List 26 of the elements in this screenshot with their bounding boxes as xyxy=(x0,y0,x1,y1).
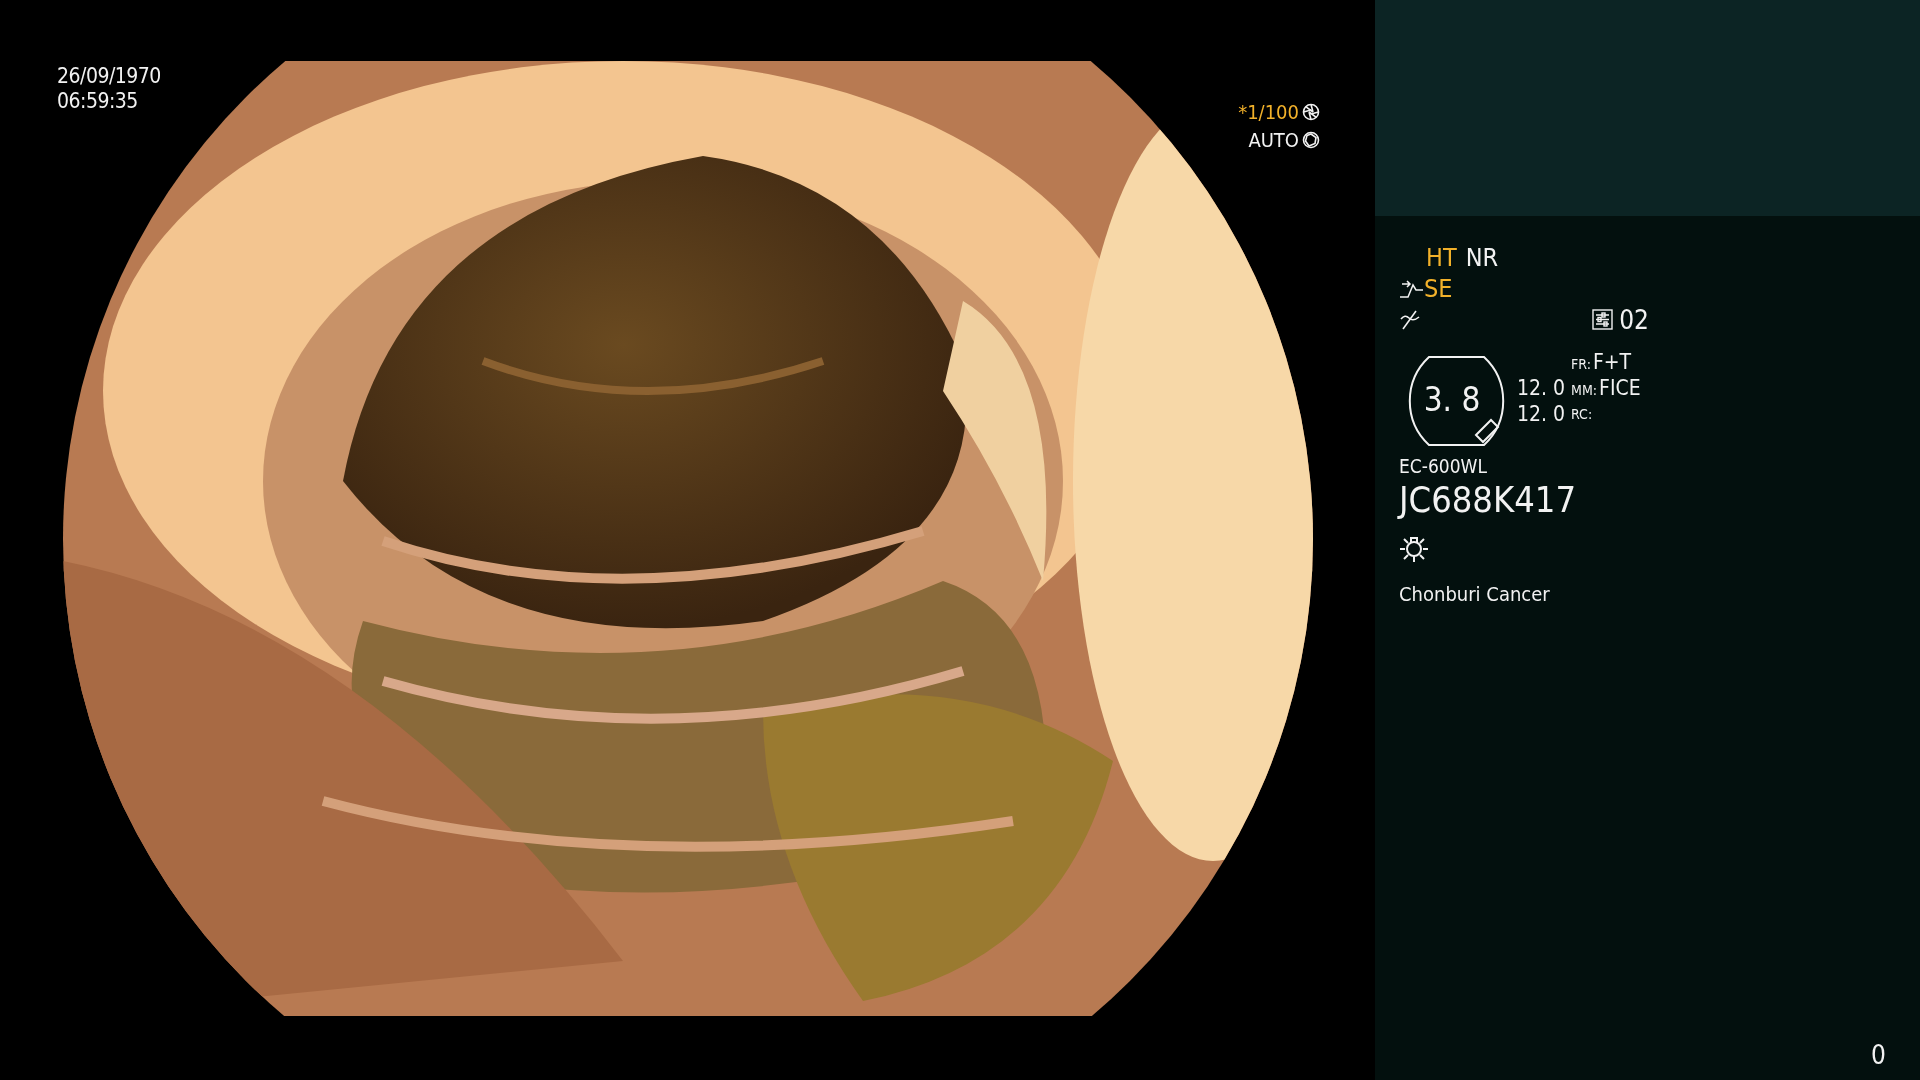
setting-value: F+T xyxy=(1592,350,1632,374)
setting-key: FR: xyxy=(1571,352,1591,376)
mode-label: HT xyxy=(1426,243,1457,272)
date-text: 26/09/1970 xyxy=(57,64,161,89)
setting-value: FICE xyxy=(1599,376,1641,400)
institution-name: Chonburi Cancer xyxy=(1399,582,1551,606)
reading-value: 12. 0 xyxy=(1517,375,1566,401)
setting-key: MM: xyxy=(1571,378,1598,402)
tone-icon xyxy=(1399,309,1421,330)
iris-mode: AUTO xyxy=(1248,127,1299,154)
lamp-icon xyxy=(1399,534,1429,564)
shutter-speed: *1/100 xyxy=(1238,99,1299,126)
zoom-value: 3. 8 xyxy=(1423,379,1481,419)
curve-icon xyxy=(1399,278,1424,299)
preset-number: 02 xyxy=(1619,304,1649,335)
enhance-mode: SE xyxy=(1424,274,1453,303)
aperture-icon xyxy=(1302,131,1320,149)
scope-model: EC-600WL xyxy=(1399,455,1488,477)
time-text: 06:59:35 xyxy=(57,89,138,114)
mode-label: NR xyxy=(1465,243,1499,272)
frame-counter: 0 xyxy=(1871,1040,1886,1070)
setting-key: RC: xyxy=(1571,402,1593,426)
serial-number: JC688K417 xyxy=(1399,479,1577,520)
reading-value: 12. 0 xyxy=(1517,401,1566,427)
shutter-icon xyxy=(1302,103,1320,121)
sliders-icon xyxy=(1592,309,1614,330)
